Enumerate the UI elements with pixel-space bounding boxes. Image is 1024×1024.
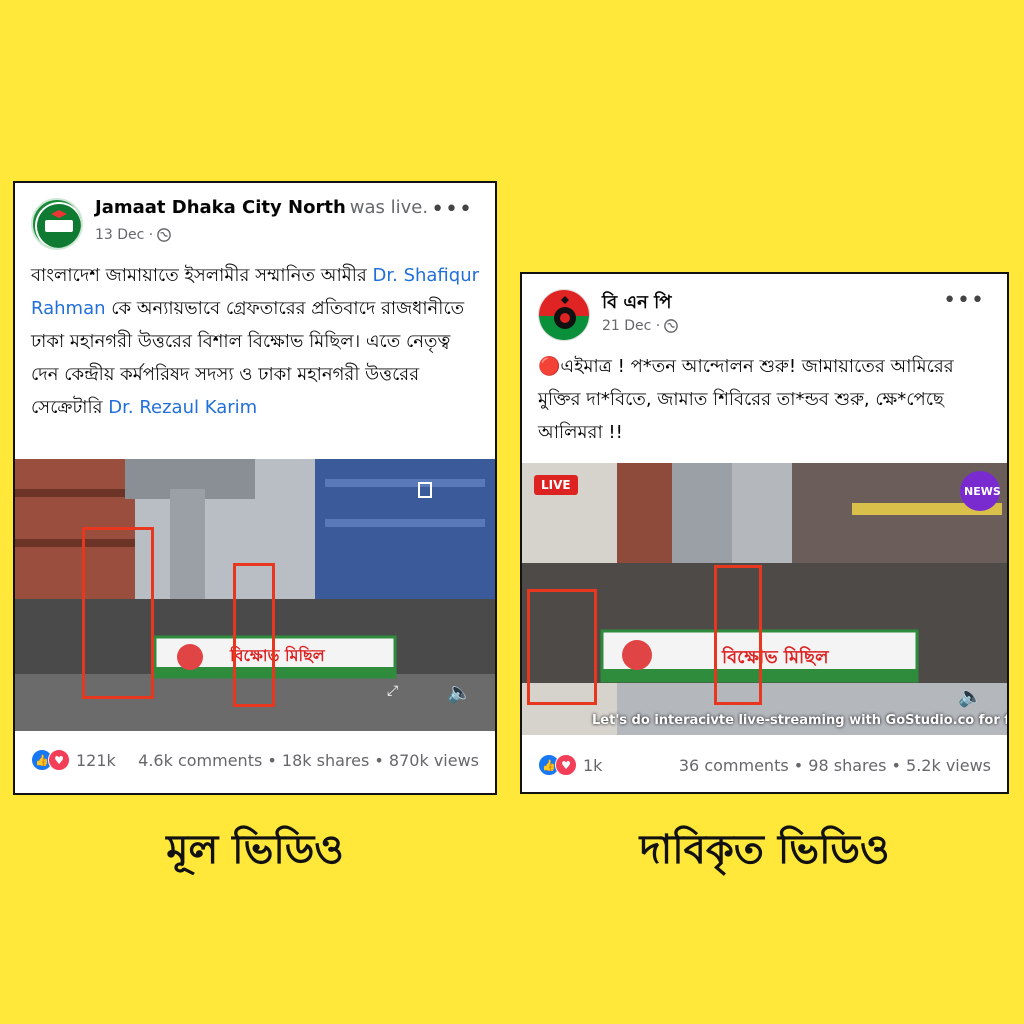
svg-text:🔈: 🔈 [958, 684, 983, 708]
claimed-post-card: বি এন পি 21 Dec · ••• 🔴এইমাত্র ! প*তন আন… [520, 272, 1009, 794]
svg-text:🔈: 🔈 [447, 680, 472, 704]
video-overlay-text: Let's do interacivte live-streaming with… [592, 713, 1007, 728]
post-header: Jamaat Dhaka City North was live. 13 Dec … [15, 183, 495, 259]
reaction-count: 121k [76, 750, 116, 770]
live-status: was live. [349, 197, 429, 218]
reaction-count: 1k [583, 755, 603, 775]
post-text: 🔴এইমাত্র ! প*তন আন্দোলন শুরু! জামায়াতের… [538, 356, 954, 443]
post-date[interactable]: 21 Dec · [602, 318, 660, 334]
reactions[interactable]: 👍 ♥ 121k [31, 749, 116, 771]
news-logo-text: NEWS [964, 485, 1001, 498]
bnp-logo-icon [539, 290, 589, 340]
love-icon: ♥ [48, 749, 70, 771]
mention-link[interactable]: Dr. Rezaul Karim [108, 397, 257, 418]
page-avatar[interactable] [538, 289, 590, 341]
video-player[interactable]: বিক্ষোভ মিছিল 🔈 NEWS LIVE Let's do inter… [522, 463, 1007, 735]
post-footer: 👍 ♥ 1k 36 comments • 98 shares • 5.2k vi… [522, 754, 1007, 776]
highlight-box [714, 565, 762, 705]
post-text: বাংলাদেশ জামায়াতে ইসলামীর সম্মানিত আমীর… [15, 259, 495, 424]
live-badge: LIVE [534, 475, 578, 495]
claimed-video-caption: দাবিকৃত ভিডিও [639, 827, 890, 873]
jamaat-logo-icon [35, 202, 81, 248]
post-header: বি এন পি 21 Dec · ••• [522, 274, 1007, 350]
original-video-caption: মূল ভিডিও [166, 827, 344, 873]
globe-icon [157, 228, 172, 242]
original-post-card: Jamaat Dhaka City North was live. 13 Dec … [13, 181, 497, 795]
highlight-box [233, 563, 275, 707]
engagement-stats[interactable]: 36 comments • 98 shares • 5.2k views [679, 756, 991, 775]
page-name[interactable]: বি এন পি [602, 292, 672, 313]
more-options-button[interactable]: ••• [943, 288, 985, 313]
post-date[interactable]: 13 Dec · [95, 227, 153, 243]
engagement-stats[interactable]: 4.6k comments • 18k shares • 870k views [138, 751, 479, 770]
more-options-button[interactable]: ••• [431, 197, 473, 222]
page-avatar[interactable] [31, 198, 83, 250]
post-text-part: বাংলাদেশ জামায়াতে ইসলামীর সম্মানিত আমীর [31, 265, 373, 286]
page-name[interactable]: Jamaat Dhaka City North [95, 197, 346, 218]
post-footer: 👍 ♥ 121k 4.6k comments • 18k shares • 87… [15, 749, 495, 771]
love-icon: ♥ [555, 754, 577, 776]
highlight-box [82, 527, 154, 699]
globe-icon [664, 319, 679, 333]
highlight-box [527, 589, 597, 705]
svg-text:⤢: ⤢ [387, 683, 398, 699]
reactions[interactable]: 👍 ♥ 1k [538, 754, 602, 776]
video-player[interactable]: বিক্ষোভ মিছিল ⤢ 🔈 [15, 459, 495, 731]
